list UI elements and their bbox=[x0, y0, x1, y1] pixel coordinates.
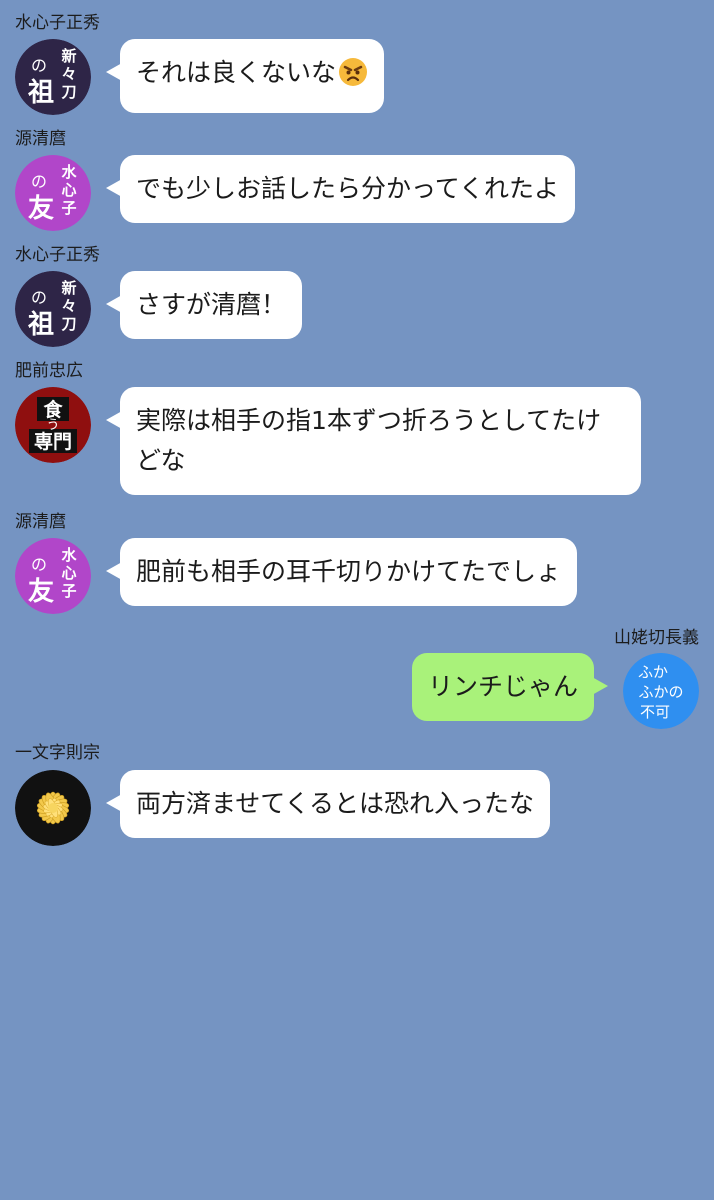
message-bubble[interactable]: さすが清麿！ bbox=[105, 271, 303, 339]
sender-name: 源清麿 bbox=[15, 129, 66, 149]
avatar-kiyomaro[interactable]: 水 心 子 の 友 bbox=[15, 155, 91, 231]
avatar-text: 心 bbox=[61, 181, 76, 199]
avatar-text: 々 bbox=[61, 297, 76, 315]
avatar-text: の bbox=[31, 555, 47, 574]
message-bubble[interactable]: でも少しお話したら分かってくれたよ bbox=[105, 155, 576, 223]
sender-name: 肥前忠広 bbox=[15, 361, 83, 381]
avatar-text: 新 bbox=[61, 47, 76, 65]
message-text: 肥前も相手の耳千切りかけてたでしょ bbox=[136, 557, 562, 586]
sender-name: 山姥切長義 bbox=[614, 628, 699, 648]
avatar-text: 新 bbox=[61, 279, 76, 297]
chrysanthemum-icon bbox=[15, 770, 91, 846]
avatar-text: 子 bbox=[61, 199, 76, 217]
avatar-norimune[interactable] bbox=[15, 770, 91, 846]
message-text: リンチじゃん bbox=[427, 672, 578, 701]
avatar-text: の bbox=[31, 288, 47, 307]
avatar-hizen[interactable]: 食 う 専門 bbox=[15, 387, 91, 463]
avatar-text: 心 bbox=[61, 564, 76, 582]
avatar-suishinshi[interactable]: 新 々 刀 の 祖 bbox=[15, 39, 91, 115]
avatar-text: 水 bbox=[61, 546, 77, 564]
avatar-kiyomaro[interactable]: 水 心 子 の 友 bbox=[15, 538, 91, 614]
angry-face-icon bbox=[338, 57, 368, 99]
avatar-text: 刀 bbox=[61, 83, 76, 101]
avatar-text: の bbox=[31, 56, 47, 75]
avatar-chougi[interactable]: ふか ふかの 不可 bbox=[623, 653, 699, 729]
sender-name: 源清麿 bbox=[15, 512, 66, 532]
message-text: さすが清麿！ bbox=[136, 290, 287, 319]
message-bubble[interactable]: 実際は相手の指1本ずつ折ろうとしてたけどな bbox=[106, 387, 641, 495]
avatar-text: 刀 bbox=[61, 315, 76, 333]
sender-name: 一文字則宗 bbox=[15, 743, 100, 763]
avatar-text: 祖 bbox=[27, 310, 54, 340]
message-bubble[interactable]: リンチじゃん bbox=[411, 653, 609, 721]
avatar-text: 友 bbox=[28, 194, 54, 224]
avatar-text: 水 bbox=[61, 163, 77, 181]
message-text: 実際は相手の指1本ずつ折ろうとしてたけどな bbox=[136, 406, 602, 475]
sender-name: 水心子正秀 bbox=[15, 13, 100, 33]
avatar-suishinshi[interactable]: 新 々 刀 の 祖 bbox=[15, 271, 91, 347]
sender-name: 水心子正秀 bbox=[15, 245, 100, 265]
message-text: でも少しお話したら分かってくれたよ bbox=[136, 174, 560, 203]
avatar-text: 専門 bbox=[34, 431, 72, 453]
avatar-text: ふかの bbox=[638, 683, 683, 701]
avatar-text: 子 bbox=[61, 582, 76, 600]
message-bubble[interactable]: 肥前も相手の耳千切りかけてたでしょ bbox=[105, 538, 578, 606]
avatar-text: 々 bbox=[61, 65, 76, 83]
avatar-text: ふか bbox=[638, 663, 668, 681]
message-text: 両方済ませてくるとは恐れ入ったな bbox=[136, 789, 535, 818]
message-text: それは良くないな bbox=[136, 58, 337, 87]
avatar-text: 祖 bbox=[27, 78, 54, 108]
message-bubble[interactable]: それは良くないな bbox=[105, 39, 385, 113]
avatar-text: 不可 bbox=[640, 703, 670, 721]
avatar-text: 友 bbox=[28, 577, 54, 607]
message-bubble[interactable]: 両方済ませてくるとは恐れ入ったな bbox=[105, 770, 551, 838]
avatar-text: の bbox=[31, 172, 47, 191]
